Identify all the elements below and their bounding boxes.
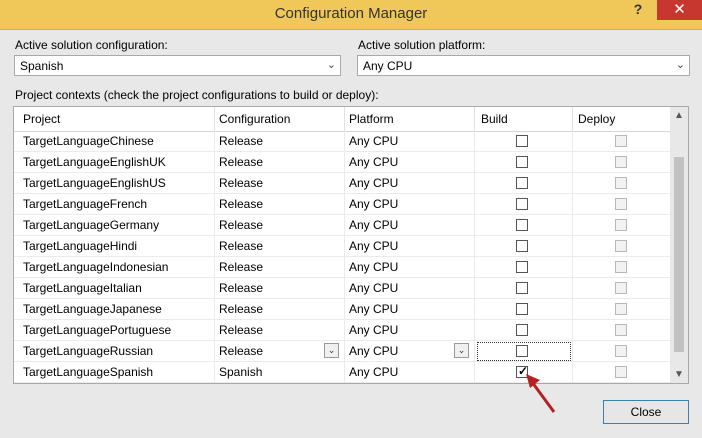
active-config-value: Spanish xyxy=(20,59,64,73)
build-checkbox[interactable] xyxy=(516,240,528,252)
active-platform-value: Any CPU xyxy=(363,59,413,73)
column-header-deploy[interactable]: Deploy xyxy=(578,112,615,126)
table-row[interactable]: TargetLanguageChinese Release Any CPU xyxy=(14,131,670,152)
chevron-down-icon: ⌄ xyxy=(326,59,336,71)
project-name-cell: TargetLanguagePortuguese xyxy=(23,323,172,337)
build-checkbox[interactable] xyxy=(516,135,528,147)
column-header-configuration[interactable]: Configuration xyxy=(219,112,290,126)
build-checkbox[interactable] xyxy=(516,219,528,231)
build-checkbox[interactable] xyxy=(516,324,528,336)
table-row[interactable]: TargetLanguageJapanese Release Any CPU xyxy=(14,299,670,320)
build-checkbox[interactable] xyxy=(516,156,528,168)
configuration-dropdown-icon[interactable]: ⌄ xyxy=(324,343,339,358)
active-config-combo[interactable]: Spanish ⌄ xyxy=(14,55,341,76)
platform-cell[interactable]: Any CPU xyxy=(349,260,398,274)
platform-cell[interactable]: Any CPU xyxy=(349,197,398,211)
scroll-up-icon[interactable]: ▲ xyxy=(673,110,685,121)
build-checkbox[interactable] xyxy=(516,198,528,210)
deploy-checkbox xyxy=(615,366,627,378)
configuration-cell[interactable]: Release xyxy=(219,281,263,295)
table-row[interactable]: TargetLanguageHindi Release Any CPU xyxy=(14,236,670,257)
project-name-cell: TargetLanguageSpanish xyxy=(23,365,154,379)
active-platform-label: Active solution platform: xyxy=(358,38,486,52)
platform-cell[interactable]: Any CPU xyxy=(349,218,398,232)
platform-cell[interactable]: Any CPU xyxy=(349,302,398,316)
table-row[interactable]: TargetLanguagePortuguese Release Any CPU xyxy=(14,320,670,341)
configuration-cell[interactable]: Release xyxy=(219,302,263,316)
table-row[interactable]: TargetLanguageIndonesian Release Any CPU xyxy=(14,257,670,278)
configuration-cell[interactable]: Release xyxy=(219,155,263,169)
project-name-cell: TargetLanguageItalian xyxy=(23,281,142,295)
platform-cell[interactable]: Any CPU xyxy=(349,365,398,379)
project-name-cell: TargetLanguageJapanese xyxy=(23,302,162,316)
table-row[interactable]: TargetLanguageSpanish Spanish Any CPU ✓ xyxy=(14,362,670,383)
deploy-checkbox xyxy=(615,261,627,273)
active-config-label: Active solution configuration: xyxy=(15,38,168,52)
build-checkbox[interactable] xyxy=(516,303,528,315)
focus-rectangle xyxy=(477,342,571,361)
deploy-checkbox xyxy=(615,282,627,294)
help-button[interactable]: ? xyxy=(628,1,648,21)
column-header-build[interactable]: Build xyxy=(481,112,508,126)
platform-cell[interactable]: Any CPU xyxy=(349,281,398,295)
project-name-cell: TargetLanguageFrench xyxy=(23,197,148,211)
table-row[interactable]: TargetLanguageGermany Release Any CPU xyxy=(14,215,670,236)
project-name-cell: TargetLanguageGermany xyxy=(23,218,160,232)
project-name-cell: TargetLanguageIndonesian xyxy=(23,260,169,274)
deploy-checkbox xyxy=(615,156,627,168)
deploy-checkbox xyxy=(615,345,627,357)
project-name-cell: TargetLanguageEnglishUS xyxy=(23,176,166,190)
scrollbar-thumb[interactable] xyxy=(674,157,684,352)
configuration-cell[interactable]: Release xyxy=(219,218,263,232)
window-title: Configuration Manager xyxy=(274,5,428,22)
configuration-cell[interactable]: Release xyxy=(219,323,263,337)
deploy-checkbox xyxy=(615,240,627,252)
project-contexts-label: Project contexts (check the project conf… xyxy=(15,88,379,102)
platform-cell[interactable]: Any CPU xyxy=(349,344,398,358)
project-name-cell: TargetLanguageEnglishUK xyxy=(23,155,166,169)
table-row[interactable]: TargetLanguageEnglishUS Release Any CPU xyxy=(14,173,670,194)
chevron-down-icon: ⌄ xyxy=(675,59,685,71)
table-row[interactable]: TargetLanguageRussian Release Any CPU ⌄ ⌄ xyxy=(14,341,670,362)
platform-cell[interactable]: Any CPU xyxy=(349,239,398,253)
column-header-project[interactable]: Project xyxy=(23,112,60,126)
platform-cell[interactable]: Any CPU xyxy=(349,323,398,337)
grid-header: Project Configuration Platform Build Dep… xyxy=(14,107,670,132)
deploy-checkbox xyxy=(615,135,627,147)
close-button[interactable]: Close xyxy=(603,400,689,424)
deploy-checkbox xyxy=(615,303,627,315)
configuration-cell[interactable]: Release xyxy=(219,134,263,148)
annotation-arrow-icon xyxy=(526,374,556,413)
configuration-cell[interactable]: Spanish xyxy=(219,365,262,379)
platform-dropdown-icon[interactable]: ⌄ xyxy=(454,343,469,358)
project-contexts-grid[interactable]: Project Configuration Platform Build Dep… xyxy=(13,106,689,384)
build-checkbox[interactable] xyxy=(516,261,528,273)
table-row[interactable]: TargetLanguageEnglishUK Release Any CPU xyxy=(14,152,670,173)
platform-cell[interactable]: Any CPU xyxy=(349,155,398,169)
configuration-cell[interactable]: Release xyxy=(219,260,263,274)
project-name-cell: TargetLanguageRussian xyxy=(23,344,154,358)
table-row[interactable]: TargetLanguageItalian Release Any CPU xyxy=(14,278,670,299)
deploy-checkbox xyxy=(615,177,627,189)
active-platform-combo[interactable]: Any CPU ⌄ xyxy=(357,55,690,76)
platform-cell[interactable]: Any CPU xyxy=(349,176,398,190)
deploy-checkbox xyxy=(615,219,627,231)
title-bar: Configuration Manager ? ✕ xyxy=(0,0,702,30)
column-header-platform[interactable]: Platform xyxy=(349,112,394,126)
table-row[interactable]: TargetLanguageFrench Release Any CPU xyxy=(14,194,670,215)
deploy-checkbox xyxy=(615,324,627,336)
window-close-button[interactable]: ✕ xyxy=(657,0,702,20)
configuration-cell[interactable]: Release xyxy=(219,239,263,253)
build-checkbox[interactable] xyxy=(516,282,528,294)
vertical-scrollbar[interactable]: ▲ ▼ xyxy=(670,107,688,383)
build-checkbox[interactable] xyxy=(516,177,528,189)
deploy-checkbox xyxy=(615,198,627,210)
project-name-cell: TargetLanguageHindi xyxy=(23,239,138,253)
configuration-cell[interactable]: Release xyxy=(219,176,263,190)
scroll-down-icon[interactable]: ▼ xyxy=(673,369,685,380)
platform-cell[interactable]: Any CPU xyxy=(349,134,398,148)
configuration-cell[interactable]: Release xyxy=(219,197,263,211)
project-name-cell: TargetLanguageChinese xyxy=(23,134,154,148)
configuration-cell[interactable]: Release xyxy=(219,344,263,358)
